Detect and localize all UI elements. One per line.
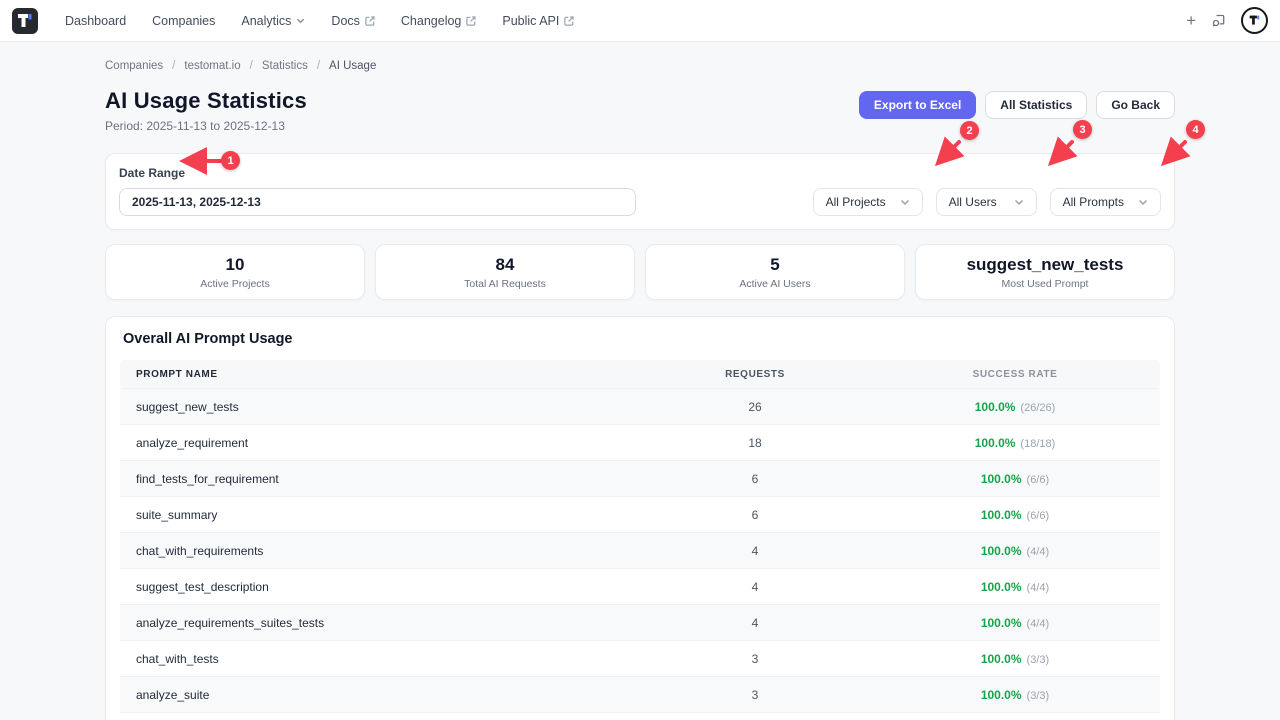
col-header-requests: REQUESTS <box>640 369 870 380</box>
stat-label: Most Used Prompt <box>922 278 1168 290</box>
top-nav: Dashboard Companies Analytics Docs Chang… <box>0 0 1280 42</box>
external-link-icon <box>564 16 574 26</box>
annotation-badge-3: 3 <box>1073 120 1092 139</box>
top-nav-right: + <box>1186 7 1268 34</box>
table-row[interactable]: suggest_test_description 4 100.0%(4/4) <box>120 568 1160 604</box>
success-rate: 100.0% <box>981 580 1022 594</box>
breadcrumb-separator: / <box>317 60 320 72</box>
success-detail: (4/4) <box>1027 582 1050 594</box>
success-detail: (18/18) <box>1020 438 1055 450</box>
table-row[interactable]: chat_with_tests 3 100.0%(3/3) <box>120 640 1160 676</box>
success-detail: (4/4) <box>1027 618 1050 630</box>
chevron-down-icon <box>296 16 305 25</box>
success-detail: (6/6) <box>1027 510 1050 522</box>
annotation-badge-2: 2 <box>960 121 979 140</box>
export-to-excel-button[interactable]: Export to Excel <box>859 91 976 119</box>
breadcrumb-ai-usage: AI Usage <box>329 60 376 72</box>
page-content: Companies / testomat.io / Statistics / A… <box>105 42 1175 720</box>
stat-value: 84 <box>382 255 628 275</box>
all-statistics-button[interactable]: All Statistics <box>985 91 1087 119</box>
user-avatar[interactable] <box>1241 7 1268 34</box>
stat-card-active-users: 5 Active AI Users <box>645 244 905 300</box>
stat-label: Active AI Users <box>652 278 898 290</box>
nav-item-docs[interactable]: Docs <box>318 0 387 42</box>
stat-value: suggest_new_tests <box>922 255 1168 275</box>
table-row[interactable]: find_tests_for_requirement 6 100.0%(6/6) <box>120 460 1160 496</box>
date-range-input[interactable] <box>119 188 636 216</box>
col-header-success-rate: SUCCESS RATE <box>870 369 1160 380</box>
annotation-badge-1: 1 <box>221 151 240 170</box>
app-logo-icon[interactable] <box>12 8 38 34</box>
chevron-down-icon <box>1014 197 1024 207</box>
table-row[interactable]: chat_with_requirements 4 100.0%(4/4) <box>120 532 1160 568</box>
nav-item-analytics[interactable]: Analytics <box>228 0 318 42</box>
success-detail: (4/4) <box>1027 546 1050 558</box>
period-text: Period: 2025-11-13 to 2025-12-13 <box>105 119 307 133</box>
filter-dropdowns: All Projects All Users All Prompts <box>813 188 1161 216</box>
success-detail: (26/26) <box>1020 402 1055 414</box>
table-header-row: PROMPT NAME REQUESTS SUCCESS RATE <box>120 360 1160 388</box>
success-detail: (6/6) <box>1027 474 1050 486</box>
page-header: AI Usage Statistics Period: 2025-11-13 t… <box>105 88 1175 133</box>
table-row[interactable]: analyze_suite 3 100.0%(3/3) <box>120 676 1160 712</box>
users-dropdown[interactable]: All Users <box>936 188 1037 216</box>
stat-label: Active Projects <box>112 278 358 290</box>
main-nav: Dashboard Companies Analytics Docs Chang… <box>52 0 587 42</box>
table-row[interactable]: suite_summary 6 100.0%(6/6) <box>120 496 1160 532</box>
success-rate: 100.0% <box>981 652 1022 666</box>
stat-card-most-used-prompt: suggest_new_tests Most Used Prompt <box>915 244 1175 300</box>
nav-item-companies[interactable]: Companies <box>139 0 228 42</box>
annotation-badge-4: 4 <box>1186 120 1205 139</box>
success-rate: 100.0% <box>981 472 1022 486</box>
chevron-down-icon <box>1138 197 1148 207</box>
table-row[interactable]: project_runs_status 2 100.0%(2/2) <box>120 712 1160 720</box>
external-link-icon <box>365 16 375 26</box>
nav-item-public-api[interactable]: Public API <box>489 0 587 42</box>
chevron-down-icon <box>900 197 910 207</box>
date-range-label: Date Range <box>119 166 636 180</box>
breadcrumb-statistics[interactable]: Statistics <box>262 60 308 72</box>
stat-value: 10 <box>112 255 358 275</box>
nav-item-changelog[interactable]: Changelog <box>388 0 489 42</box>
breadcrumb-separator: / <box>250 60 253 72</box>
stat-value: 5 <box>652 255 898 275</box>
success-detail: (3/3) <box>1027 690 1050 702</box>
success-detail: (3/3) <box>1027 654 1050 666</box>
col-header-prompt-name: PROMPT NAME <box>120 369 640 380</box>
nav-item-dashboard[interactable]: Dashboard <box>52 0 139 42</box>
stat-card-active-projects: 10 Active Projects <box>105 244 365 300</box>
filters-card: Date Range All Projects All Users All Pr… <box>105 153 1175 230</box>
stats-row: 10 Active Projects 84 Total AI Requests … <box>105 244 1175 300</box>
plus-icon[interactable]: + <box>1186 12 1196 29</box>
header-actions: Export to Excel All Statistics Go Back <box>859 91 1175 119</box>
projects-dropdown[interactable]: All Projects <box>813 188 923 216</box>
success-rate: 100.0% <box>975 436 1016 450</box>
table-row[interactable]: analyze_requirement 18 100.0%(18/18) <box>120 424 1160 460</box>
date-range-group: Date Range <box>119 166 636 216</box>
breadcrumb-company[interactable]: testomat.io <box>184 60 240 72</box>
prompts-dropdown[interactable]: All Prompts <box>1050 188 1161 216</box>
breadcrumb-companies[interactable]: Companies <box>105 60 163 72</box>
success-rate: 100.0% <box>981 508 1022 522</box>
success-rate: 100.0% <box>981 616 1022 630</box>
prompt-usage-card: Overall AI Prompt Usage PROMPT NAME REQU… <box>105 316 1175 720</box>
page-title-block: AI Usage Statistics Period: 2025-11-13 t… <box>105 88 307 133</box>
external-link-icon <box>466 16 476 26</box>
success-rate: 100.0% <box>981 688 1022 702</box>
stat-card-total-requests: 84 Total AI Requests <box>375 244 635 300</box>
page-title: AI Usage Statistics <box>105 88 307 114</box>
table-title: Overall AI Prompt Usage <box>123 331 1157 347</box>
success-rate: 100.0% <box>975 400 1016 414</box>
success-rate: 100.0% <box>981 544 1022 558</box>
go-back-button[interactable]: Go Back <box>1096 91 1175 119</box>
table-row[interactable]: analyze_requirements_suites_tests 4 100.… <box>120 604 1160 640</box>
table-row[interactable]: suggest_new_tests 26 100.0%(26/26) <box>120 388 1160 424</box>
breadcrumb-separator: / <box>172 60 175 72</box>
search-doc-icon[interactable] <box>1211 13 1226 28</box>
stat-label: Total AI Requests <box>382 278 628 290</box>
breadcrumb: Companies / testomat.io / Statistics / A… <box>105 60 1175 72</box>
